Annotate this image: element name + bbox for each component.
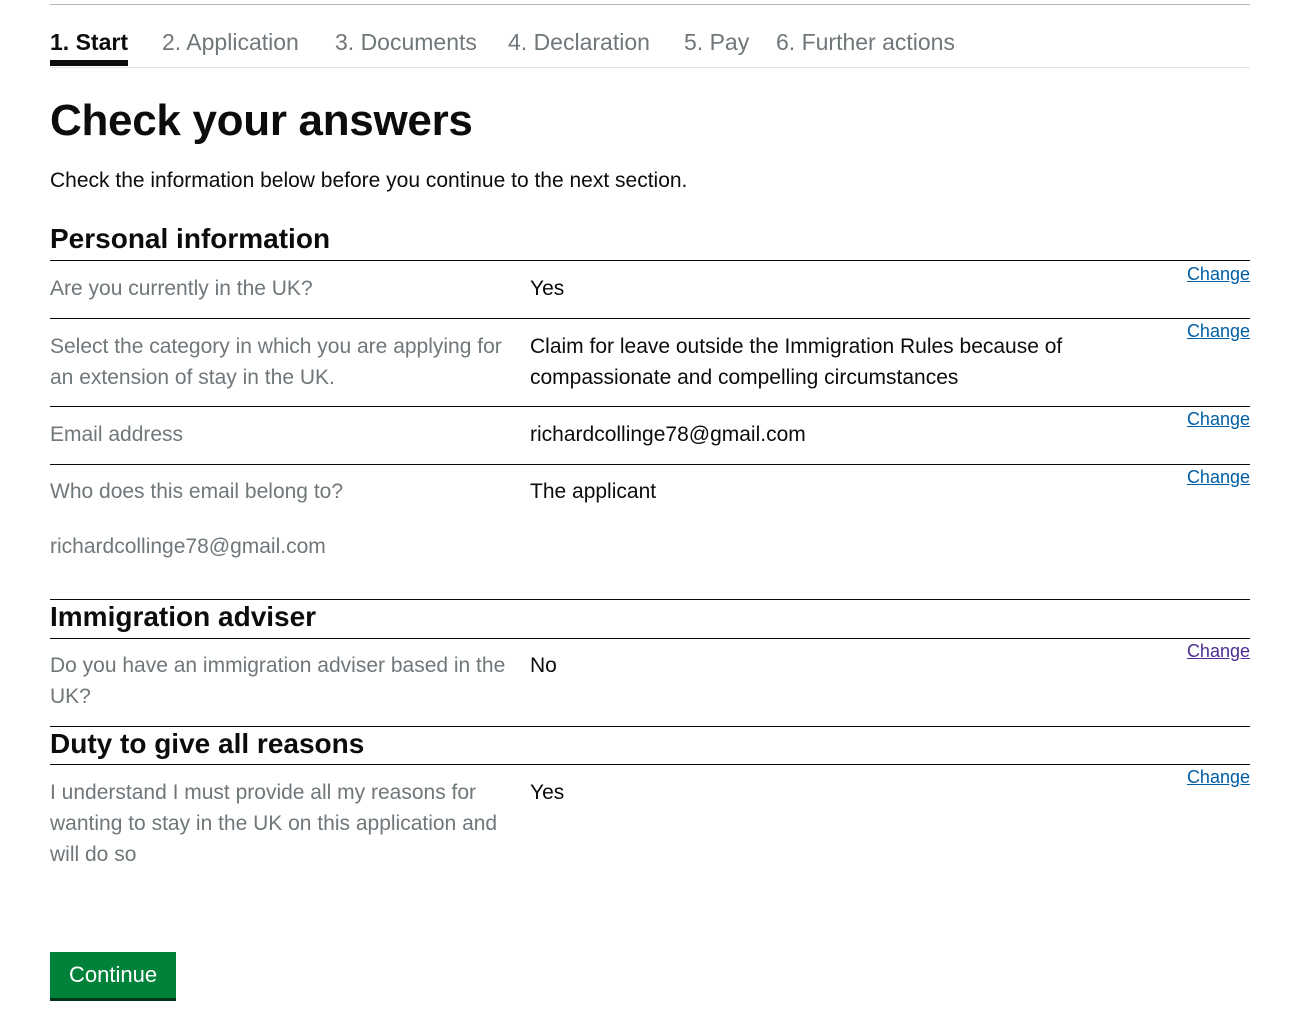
step-navigation: 1. Start 2. Application 3. Documents 4. … [50, 27, 1250, 68]
summary-value-currently-in-uk: Yes [530, 277, 565, 300]
row-divider [50, 318, 1250, 319]
section-divider [50, 260, 1250, 261]
summary-value-email-address: richardcollinge78@gmail.com [530, 423, 806, 446]
top-divider [50, 4, 1250, 5]
summary-value-duty-to-give-reasons: Yes [530, 781, 565, 804]
summary-key-category: Select the category in which you are app… [50, 335, 502, 389]
summary-key-duty-to-give-reasons: I understand I must provide all my reaso… [50, 781, 498, 866]
summary-value-email-owner: The applicant [530, 480, 657, 503]
change-link-category[interactable]: Change [1187, 319, 1250, 343]
summary-value-immigration-adviser: No [530, 654, 557, 677]
section-heading-duty-to-give-reasons: Duty to give all reasons [50, 728, 365, 759]
summary-key-immigration-adviser: Do you have an immigration adviser based… [50, 654, 506, 708]
step-further-actions: 6. Further actions [776, 29, 955, 55]
step-pay: 5. Pay [684, 29, 750, 55]
summary-key-email-owner: Who does this email belong to? [50, 480, 344, 503]
summary-value-category: Claim for leave outside the Immigration … [530, 335, 1063, 389]
change-link-immigration-adviser[interactable]: Change [1187, 639, 1250, 663]
row-divider [50, 464, 1250, 465]
change-link-duty-to-give-reasons[interactable]: Change [1187, 765, 1250, 789]
row-divider [50, 406, 1250, 407]
section-heading-immigration-adviser: Immigration adviser [50, 601, 317, 632]
step-documents: 3. Documents [335, 29, 477, 55]
page-title: Check your answers [50, 96, 473, 145]
step-start: 1. Start [50, 29, 128, 66]
summary-key-currently-in-uk: Are you currently in the UK? [50, 277, 313, 300]
change-link-currently-in-uk[interactable]: Change [1187, 262, 1250, 286]
change-link-email-owner[interactable]: Change [1187, 465, 1250, 489]
step-application: 2. Application [162, 29, 299, 55]
change-link-email-address[interactable]: Change [1187, 407, 1250, 431]
section-heading-personal-information: Personal information [50, 223, 331, 254]
summary-key-email-owner-address: richardcollinge78@gmail.com [50, 535, 326, 558]
step-declaration: 4. Declaration [508, 29, 650, 55]
section-divider [50, 638, 1250, 639]
section-divider [50, 764, 1250, 765]
page-intro: Check the information below before you c… [50, 169, 688, 192]
summary-key-email-address: Email address [50, 423, 184, 446]
continue-button[interactable]: Continue [50, 952, 177, 998]
